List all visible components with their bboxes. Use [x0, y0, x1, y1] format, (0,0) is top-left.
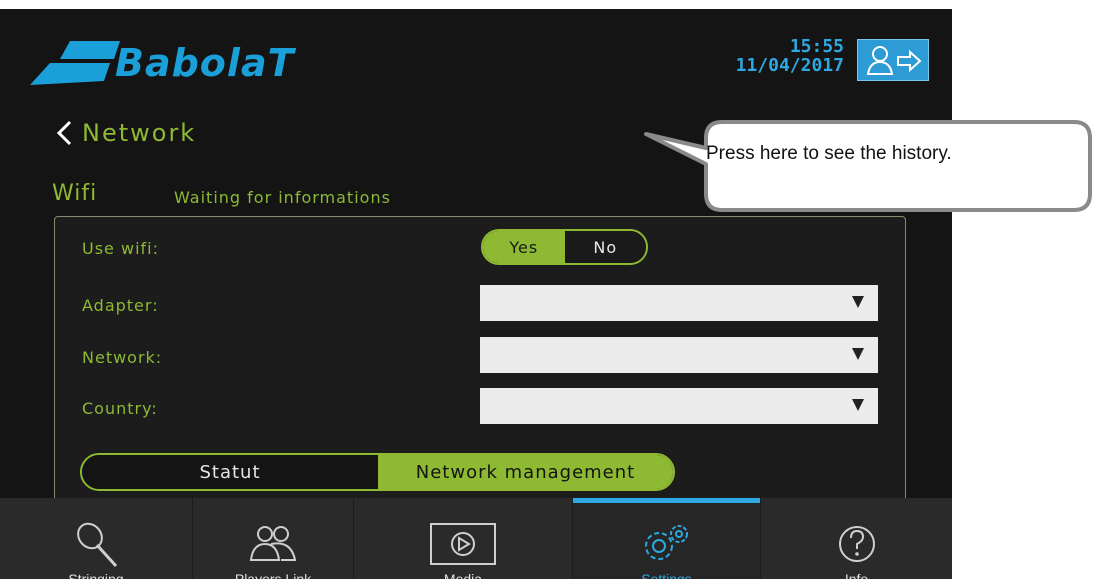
active-tab-indicator: [573, 498, 760, 503]
nav-label: Info: [844, 571, 869, 579]
use-wifi-label: Use wifi:: [82, 239, 159, 258]
nav-item-stringing[interactable]: Stringing: [0, 498, 193, 579]
nav-item-players-link[interactable]: Players Link: [193, 498, 354, 579]
question-icon: [838, 526, 875, 562]
bottom-navigation: Stringing Players Link Media Settings In…: [0, 498, 952, 579]
racket-icon: [77, 522, 118, 568]
wifi-section-title: Wifi: [52, 181, 98, 206]
wifi-status-text: Waiting for informations: [174, 188, 391, 207]
brand-name: BabolaT: [115, 41, 295, 85]
nav-item-media[interactable]: Media: [354, 498, 573, 579]
dropdown-caret-icon: [852, 296, 864, 308]
adapter-dropdown[interactable]: [480, 285, 878, 321]
clock-time: 15:55: [789, 36, 844, 57]
network-label: Network:: [82, 348, 163, 367]
callout-text: Press here to see the history.: [706, 143, 952, 164]
country-dropdown[interactable]: [480, 388, 878, 424]
nav-label: Media: [443, 571, 483, 579]
segment-network-management[interactable]: Network management: [378, 455, 673, 489]
use-wifi-yes-option[interactable]: Yes: [483, 231, 565, 263]
gears-icon: [644, 525, 688, 560]
segment-statut[interactable]: Statut: [82, 455, 378, 489]
babolat-logo: BabolaT: [30, 39, 350, 87]
dropdown-caret-icon: [852, 348, 864, 360]
page-title: Network: [82, 119, 197, 147]
nav-label: Settings: [641, 571, 692, 579]
chevron-left-icon: [56, 120, 72, 146]
tooltip-callout: [644, 120, 1092, 212]
nav-label: Players Link: [234, 571, 312, 579]
back-button[interactable]: Network: [56, 115, 196, 151]
babolat-logo-mark: [30, 41, 120, 85]
nav-item-info[interactable]: Info: [761, 498, 952, 579]
nav-label: Stringing: [68, 571, 124, 579]
logout-button[interactable]: [857, 39, 929, 81]
network-dropdown[interactable]: [480, 337, 878, 373]
adapter-label: Adapter:: [82, 296, 159, 315]
nav-item-settings[interactable]: Settings: [573, 498, 761, 579]
play-icon: [430, 523, 496, 565]
country-label: Country:: [82, 399, 158, 418]
datetime: 15:55 11/04/2017: [736, 37, 844, 75]
user-logout-icon: [866, 46, 922, 75]
view-segmented-control[interactable]: Statut Network management: [80, 453, 675, 491]
dropdown-caret-icon: [852, 399, 864, 411]
device-screen: BabolaT 15:55 11/04/2017 Network Wifi Wa…: [0, 9, 952, 579]
use-wifi-toggle[interactable]: Yes No: [481, 229, 648, 265]
clock-date: 11/04/2017: [735, 55, 844, 76]
players-icon: [249, 526, 297, 561]
use-wifi-no-option[interactable]: No: [564, 231, 646, 263]
